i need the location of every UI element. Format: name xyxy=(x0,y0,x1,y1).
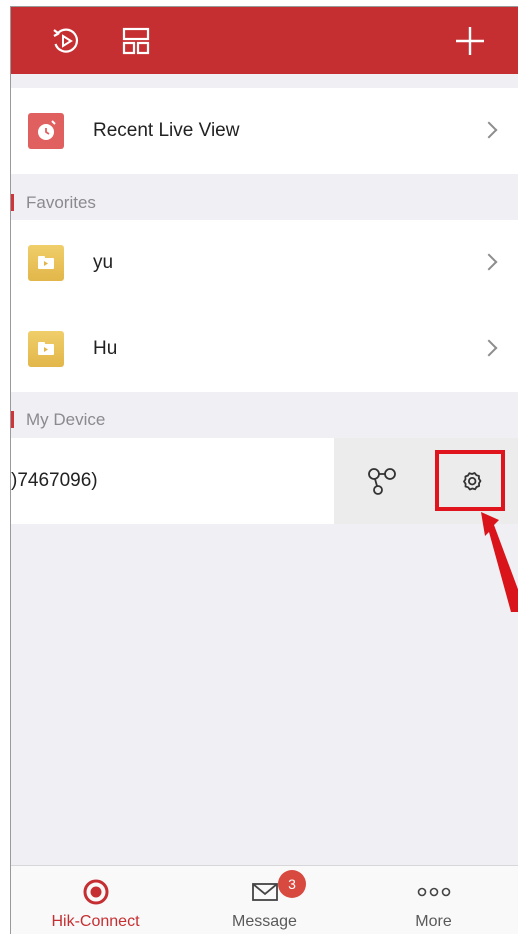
share-button[interactable] xyxy=(334,438,426,524)
add-icon[interactable] xyxy=(453,24,487,58)
top-bar xyxy=(11,7,518,74)
clock-icon xyxy=(28,113,64,149)
layout-icon[interactable] xyxy=(119,24,153,58)
my-device-section-header: My Device xyxy=(11,398,518,442)
nav-label: Message xyxy=(232,913,297,930)
share-icon xyxy=(368,468,396,495)
recent-live-view-row[interactable]: Recent Live View xyxy=(11,88,518,174)
favorite-label: Hu xyxy=(93,338,118,359)
my-device-section-title: My Device xyxy=(26,410,106,429)
nav-hik-connect[interactable]: Hik-Connect xyxy=(11,866,180,934)
chevron-right-icon xyxy=(480,253,498,271)
pointer-arrow-icon xyxy=(481,512,518,612)
unread-badge: 3 xyxy=(278,870,306,898)
section-marker xyxy=(11,194,14,211)
folder-icon xyxy=(28,331,64,367)
device-name: )7467096) xyxy=(11,470,98,491)
app-screen: Recent Live View Favorites yu Hu My Devi… xyxy=(10,6,518,934)
favorites-section-header: Favorites xyxy=(11,181,518,225)
favorite-item-yu[interactable]: yu xyxy=(11,220,518,306)
favorite-label: yu xyxy=(93,252,114,273)
playback-icon[interactable] xyxy=(49,24,83,58)
message-icon xyxy=(251,878,279,911)
nav-message[interactable]: 3 Message xyxy=(180,866,349,934)
favorite-item-hu[interactable]: Hu xyxy=(11,306,518,392)
hik-connect-icon xyxy=(82,878,110,911)
chevron-right-icon xyxy=(480,121,498,139)
nav-more[interactable]: More xyxy=(349,866,518,934)
favorites-section-title: Favorites xyxy=(26,193,96,212)
section-marker xyxy=(11,411,14,428)
chevron-right-icon xyxy=(480,339,498,357)
bottom-nav: Hik-Connect 3 Message More xyxy=(11,865,518,934)
settings-highlight-box xyxy=(435,450,505,511)
recent-live-view-label: Recent Live View xyxy=(93,120,240,141)
more-icon xyxy=(414,878,454,911)
nav-label: Hik-Connect xyxy=(51,913,140,930)
folder-icon xyxy=(28,245,64,281)
nav-label: More xyxy=(415,913,452,930)
